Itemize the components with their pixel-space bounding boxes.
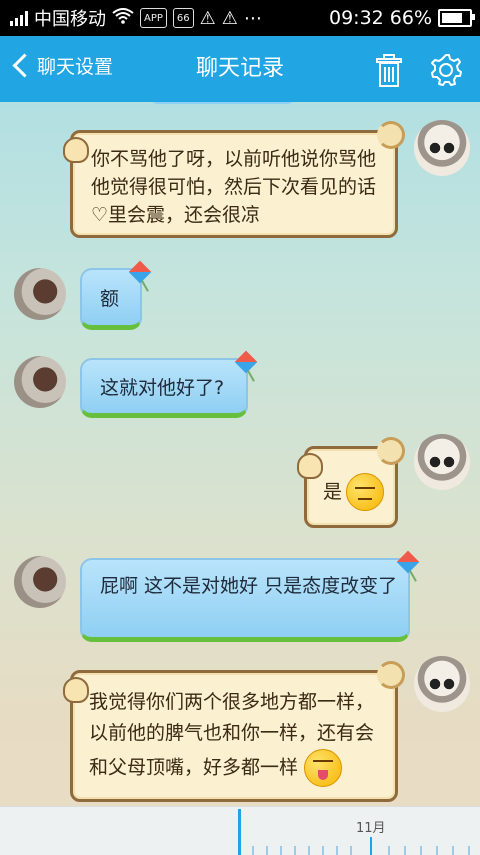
- app-store-icon: APP: [140, 8, 167, 28]
- tongue-emoji: [304, 749, 343, 787]
- warning-icon: ⚠: [199, 7, 216, 29]
- message-text: 这就对他好了?: [100, 377, 225, 399]
- avatar-self[interactable]: [414, 656, 470, 712]
- notification-badge: 66: [172, 8, 194, 28]
- avatar-self[interactable]: [414, 434, 470, 490]
- more-notifications-icon: ⋯: [243, 7, 262, 29]
- smiley-face-icon: [297, 453, 323, 479]
- clock: 09:32: [329, 7, 384, 29]
- scroll-curl-decoration: [377, 437, 405, 465]
- kite-icon: [128, 262, 154, 288]
- wifi-icon: [112, 7, 134, 29]
- battery-percent: 66%: [389, 7, 432, 29]
- smiley-face-icon: [63, 677, 89, 703]
- message-bubble-other[interactable]: 额: [80, 268, 142, 330]
- timeline-ticks: [236, 837, 480, 855]
- scroll-curl-decoration: [377, 661, 405, 689]
- month-label: 11月: [356, 821, 386, 836]
- avatar-other[interactable]: [14, 268, 66, 320]
- carrier-name: 中国移动: [34, 9, 106, 30]
- avatar-other[interactable]: [14, 356, 66, 408]
- page-title: 聊天记录: [195, 56, 284, 81]
- message-text: 你不骂他了呀，以前听他说你骂他他觉得很可怕，然后下次看见的话♡里会震，还会很凉: [91, 148, 377, 226]
- trash-icon: [376, 54, 402, 87]
- message-text-content: 是: [323, 481, 343, 503]
- battery-icon: [438, 9, 475, 27]
- previous-bubble-edge: [150, 102, 295, 104]
- message-bubble-self[interactable]: 你不骂他了呀，以前听他说你骂他他觉得很可怕，然后下次看见的话♡里会震，还会很凉: [63, 121, 405, 238]
- message-bubble-other[interactable]: 屁啊 这不是对她好 只是态度改变了: [80, 558, 410, 642]
- avatar-self[interactable]: [414, 120, 470, 176]
- status-bar: 中国移动 APP 66 ⚠ ⚠ ⋯ 09:32 66%: [0, 0, 480, 36]
- message-text: 是: [323, 473, 395, 511]
- timeline-tick-major: [370, 837, 372, 855]
- smiley-face-icon: [63, 137, 89, 163]
- unamused-emoji: [346, 473, 385, 511]
- settings-button[interactable]: [428, 52, 464, 88]
- message-text: 我觉得你们两个很多地方都一样，以前他的脾气也和你一样，还有会和父母顶嘴，好多都一…: [89, 687, 383, 787]
- message-text: 屁啊 这不是对她好 只是态度改变了: [100, 575, 398, 597]
- gear-icon: [431, 54, 462, 86]
- message-text: 额: [100, 288, 120, 310]
- date-timeline[interactable]: 11月: [0, 806, 480, 855]
- scroll-curl-decoration: [377, 121, 405, 149]
- kite-icon: [396, 552, 422, 578]
- message-bubble-other[interactable]: 这就对他好了?: [80, 358, 248, 418]
- delete-button[interactable]: [372, 54, 406, 88]
- signal-icon: [10, 10, 28, 26]
- warning-icon: ⚠: [221, 7, 238, 29]
- chat-history[interactable]: 你不骂他了呀，以前听他说你骂他他觉得很可怕，然后下次看见的话♡里会震，还会很凉 …: [0, 102, 480, 806]
- message-bubble-self[interactable]: 我觉得你们两个很多地方都一样，以前他的脾气也和你一样，还有会和父母顶嘴，好多都一…: [63, 661, 405, 802]
- avatar-other[interactable]: [14, 556, 66, 608]
- app-header: 聊天设置 聊天记录: [0, 36, 480, 102]
- message-bubble-self[interactable]: 是: [297, 437, 405, 528]
- kite-icon: [234, 352, 260, 378]
